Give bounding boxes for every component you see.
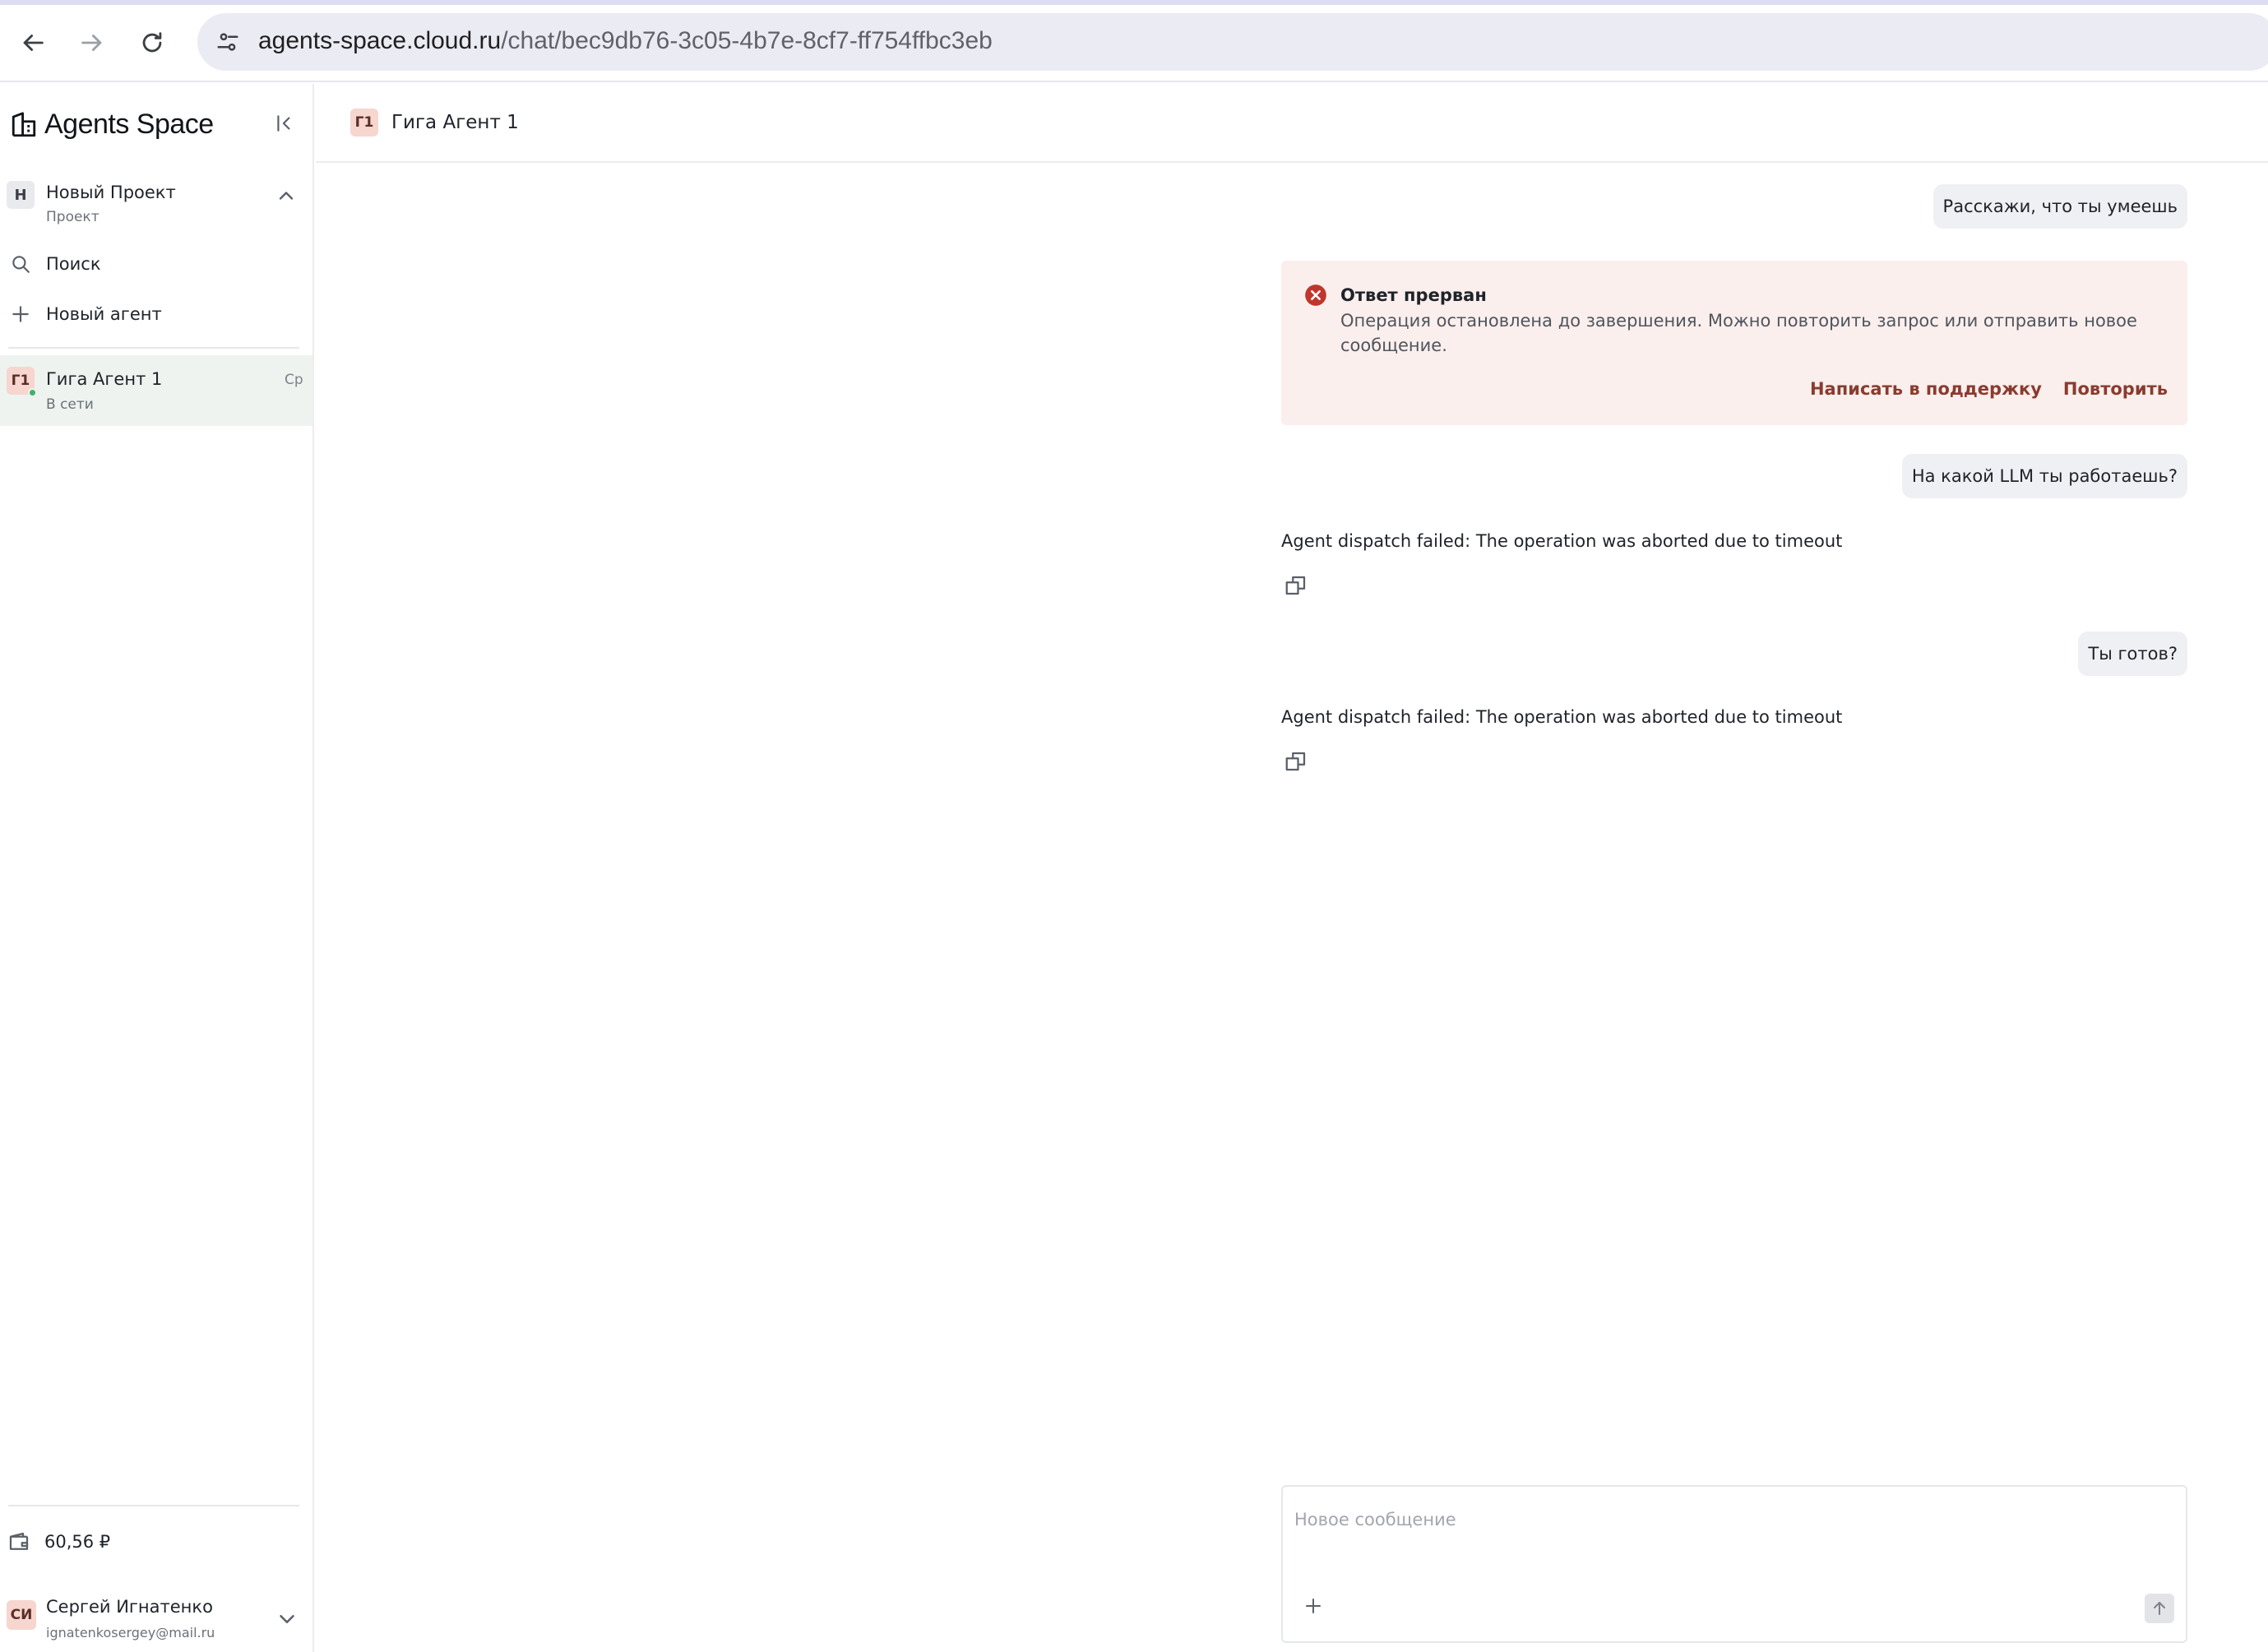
sidebar-item-agent[interactable]: Г1 Гига Агент 1 В сети Ср: [0, 355, 312, 426]
url-host: agents-space.cloud.ru: [258, 27, 502, 54]
forward-button[interactable]: [67, 18, 117, 67]
sidebar-search[interactable]: Поиск: [7, 245, 303, 283]
chat-agent-avatar: Г1: [350, 109, 378, 137]
attach-icon: [1306, 1599, 1321, 1613]
agent-day-badge: Ср: [285, 372, 303, 388]
agent-message: Agent dispatch failed: The operation was…: [1281, 707, 1843, 727]
sidebar: Agents Space Н Новый Проект Проект Поиск…: [0, 84, 314, 1652]
balance[interactable]: 60,56 ₽: [7, 1529, 110, 1554]
user-message: На какой LLM ты работаешь?: [1901, 454, 2187, 498]
user-message: Расскажи, что ты умеешь: [1932, 184, 2187, 229]
chat-title: Гига Агент 1: [391, 112, 519, 133]
user-message: Ты готов?: [2078, 632, 2187, 676]
sidebar-divider: [8, 347, 299, 349]
message-input[interactable]: [1294, 1503, 2166, 1536]
search-label: Поиск: [46, 254, 101, 274]
error-title: Ответ прерван: [1340, 285, 1487, 305]
attach-button[interactable]: [1299, 1592, 1327, 1620]
project-subtitle: Проект: [46, 209, 100, 225]
search-icon: [7, 250, 35, 278]
plus-icon: [7, 300, 35, 328]
browser-toolbar: agents-space.cloud.ru/chat/bec9db76-3c05…: [0, 0, 2268, 82]
wallet-icon: [7, 1529, 31, 1554]
copy-icon: [1285, 576, 1306, 595]
chevron-up-icon[interactable]: [275, 184, 298, 207]
forward-icon: [81, 35, 102, 51]
new-agent-button[interactable]: Новый агент: [7, 295, 303, 333]
send-icon: [2154, 1602, 2165, 1615]
message-composer: [1281, 1485, 2187, 1643]
chat-header: Г1 Гига Агент 1: [316, 84, 2268, 163]
sidebar-divider: [8, 1505, 299, 1506]
copy-button[interactable]: [1281, 571, 1311, 600]
browser-top-accent: [0, 0, 2268, 5]
new-agent-label: Новый агент: [46, 304, 162, 324]
user-name: Сергей Игнатенко: [46, 1597, 213, 1617]
error-actions: Написать в поддержку Повторить: [1810, 379, 2168, 399]
brand-name: Agents Space: [44, 109, 214, 140]
address-bar[interactable]: agents-space.cloud.ru/chat/bec9db76-3c05…: [197, 13, 2268, 71]
user-email: ignatenkosergey@mail.ru: [46, 1625, 215, 1640]
online-indicator: [28, 388, 37, 397]
back-icon: [23, 35, 44, 51]
site-info-button[interactable]: [209, 23, 247, 61]
logo-icon: [10, 111, 38, 139]
reload-button[interactable]: [127, 18, 177, 67]
agent-name: Гига Агент 1: [46, 369, 163, 389]
project-name: Новый Проект: [46, 183, 176, 202]
chat-area: Г1 Гига Агент 1 Расскажи, что ты умеешь …: [316, 84, 2268, 1652]
retry-button[interactable]: Повторить: [2063, 379, 2168, 399]
agent-message: Agent dispatch failed: The operation was…: [1281, 531, 1843, 551]
user-avatar: СИ: [7, 1600, 36, 1630]
user-menu[interactable]: СИ Сергей Игнатенко ignatenkosergey@mail…: [0, 1589, 312, 1650]
url-text[interactable]: agents-space.cloud.ru/chat/bec9db76-3c05…: [258, 27, 993, 55]
balance-amount: 60,56 ₽: [44, 1532, 111, 1552]
url-path: /chat/bec9db76-3c05-4b7e-8cf7-ff754ffbc3…: [501, 27, 993, 54]
send-button[interactable]: [2145, 1594, 2174, 1623]
brand[interactable]: Agents Space: [10, 109, 214, 141]
project-avatar: Н: [7, 181, 35, 209]
project-switcher[interactable]: Н Новый Проект Проект: [7, 176, 303, 234]
error-text: Операция остановлена до завершения. Можн…: [1340, 311, 2137, 355]
reload-icon: [142, 32, 162, 53]
collapse-sidebar-button[interactable]: [270, 109, 299, 138]
copy-icon: [1285, 752, 1306, 771]
copy-button[interactable]: [1281, 747, 1311, 776]
error-card: Ответ прерван Операция остановлена до за…: [1281, 261, 2187, 425]
site-info-icon: [217, 33, 238, 51]
agent-status: В сети: [46, 396, 94, 413]
contact-support-link[interactable]: Написать в поддержку: [1810, 379, 2042, 399]
error-icon: [1305, 285, 1326, 306]
chevron-down-icon[interactable]: [275, 1607, 299, 1631]
back-button[interactable]: [8, 18, 58, 67]
collapse-sidebar-icon: [277, 115, 290, 132]
